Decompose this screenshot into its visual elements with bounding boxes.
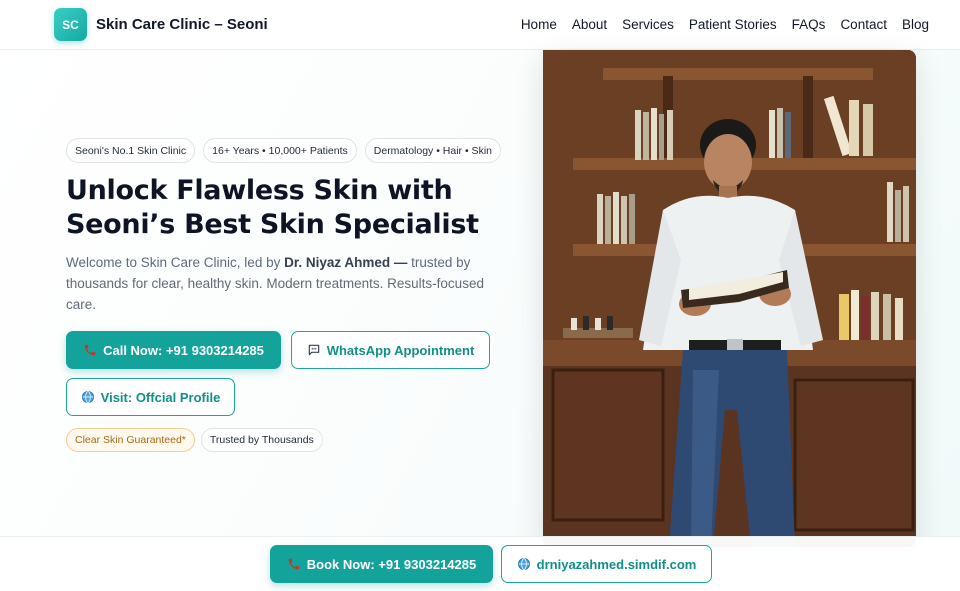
nav-faqs[interactable]: FAQs <box>792 17 826 32</box>
globe-icon <box>517 557 531 571</box>
doctor-photo <box>543 50 916 547</box>
visit-profile-button[interactable]: Visit: Offcial Profile <box>66 378 235 416</box>
call-now-label: Call Now: +91 9303214285 <box>103 342 264 358</box>
main-nav: Home About Services Patient Stories FAQs… <box>521 17 929 32</box>
hero-desc-doctor: Dr. Niyaz Ahmed — <box>284 255 408 270</box>
site-header: SC Skin Care Clinic – Seoni Home About S… <box>0 0 960 50</box>
bottom-cta-bar: Book Now: +91 9303214285 drniyazahmed.si… <box>0 536 960 591</box>
tag-clear-skin: Clear Skin Guaranteed* <box>66 428 195 452</box>
doctor-photo-illustration <box>543 50 916 547</box>
nav-patient-stories[interactable]: Patient Stories <box>689 17 777 32</box>
nav-services[interactable]: Services <box>622 17 674 32</box>
nav-home[interactable]: Home <box>521 17 557 32</box>
phone-icon <box>287 557 301 571</box>
tag-trusted: Trusted by Thousands <box>200 428 323 452</box>
hero-title: Unlock Flawless Skin with Seoni’s Best S… <box>66 174 506 242</box>
nav-contact[interactable]: Contact <box>840 17 887 32</box>
website-label: drniyazahmed.simdif.com <box>536 556 697 572</box>
chat-icon <box>307 343 321 357</box>
chip-specialties: Dermatology • Hair • Skin <box>364 138 501 163</box>
book-now-button[interactable]: Book Now: +91 9303214285 <box>270 545 493 583</box>
nav-about[interactable]: About <box>572 17 607 32</box>
hero-title-line1: Unlock Flawless Skin with <box>66 175 453 206</box>
brand-name[interactable]: Skin Care Clinic – Seoni <box>96 16 268 33</box>
visit-label: Visit: Offcial Profile <box>100 389 221 405</box>
trust-tags: Clear Skin Guaranteed* Trusted by Thousa… <box>66 428 323 452</box>
call-now-button[interactable]: Call Now: +91 9303214285 <box>66 331 281 369</box>
whatsapp-label: WhatsApp Appointment <box>326 342 475 358</box>
hero-title-line2: Seoni’s Best Skin Specialist <box>66 209 479 240</box>
whatsapp-appointment-button[interactable]: WhatsApp Appointment <box>291 331 490 369</box>
hero-chips: Seoni's No.1 Skin Clinic 16+ Years • 10,… <box>66 138 501 163</box>
logo-badge[interactable]: SC <box>54 8 87 41</box>
chip-no1-clinic: Seoni's No.1 Skin Clinic <box>66 138 196 163</box>
hero-description: Welcome to Skin Care Clinic, led by Dr. … <box>66 252 506 315</box>
globe-icon <box>81 390 95 404</box>
book-now-label: Book Now: +91 9303214285 <box>306 556 477 572</box>
chip-experience: 16+ Years • 10,000+ Patients <box>203 138 357 163</box>
hero-desc-prefix: Welcome to Skin Care Clinic, led by <box>66 255 285 270</box>
website-link-button[interactable]: drniyazahmed.simdif.com <box>501 545 712 583</box>
nav-blog[interactable]: Blog <box>902 17 929 32</box>
phone-icon <box>83 343 97 357</box>
